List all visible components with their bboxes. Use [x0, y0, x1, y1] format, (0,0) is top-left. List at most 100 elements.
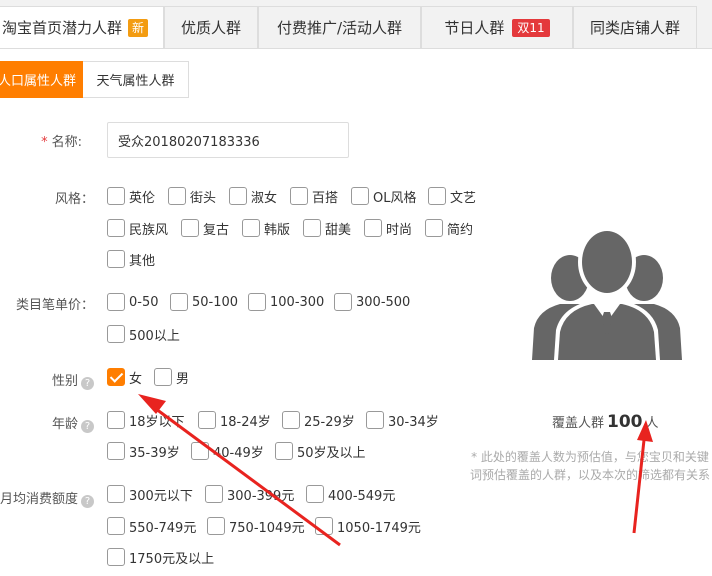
- age-option-40-49[interactable]: 40-49岁: [191, 441, 264, 461]
- tab-holiday-crowd[interactable]: 节日人群 双11: [421, 6, 573, 48]
- checkbox[interactable]: [107, 250, 125, 268]
- price-option-300-500[interactable]: 300-500: [334, 292, 410, 312]
- subtab-label: 人口属性人群: [0, 74, 76, 89]
- audience-group-icon: [532, 227, 682, 360]
- option-label: 40-49岁: [213, 445, 264, 461]
- option-label: 500以上: [129, 328, 180, 344]
- checkbox[interactable]: [107, 187, 125, 205]
- checkbox[interactable]: [107, 442, 125, 460]
- checkbox[interactable]: [198, 411, 216, 429]
- checkbox[interactable]: [290, 187, 308, 205]
- subtab-label: 天气属性人群: [96, 74, 175, 89]
- price-option-100-300[interactable]: 100-300: [248, 292, 324, 312]
- spend-option-1050-1749[interactable]: 1050-1749元: [315, 516, 421, 536]
- style-option-ol[interactable]: OL风格: [351, 186, 416, 206]
- style-option-fashion[interactable]: 时尚: [364, 218, 412, 238]
- checkbox[interactable]: [242, 219, 260, 237]
- tab-quality-crowd[interactable]: 优质人群: [164, 6, 258, 48]
- option-label: 50岁及以上: [297, 445, 366, 461]
- price-option-500-plus[interactable]: 500以上: [107, 324, 180, 344]
- price-option-50-100[interactable]: 50-100: [170, 292, 238, 312]
- checkbox[interactable]: [282, 411, 300, 429]
- coverage-note: * 此处的覆盖人数为预估值，与您宝贝和关键词预估覆盖的人群，以及本次的筛选都有关…: [470, 450, 711, 482]
- style-option-sweet[interactable]: 甜美: [303, 218, 351, 238]
- checkbox[interactable]: [303, 219, 321, 237]
- checkbox[interactable]: [248, 293, 266, 311]
- price-option-0-50[interactable]: 0-50: [107, 292, 159, 312]
- checkbox[interactable]: [207, 517, 225, 535]
- style-option-simple[interactable]: 简约: [425, 218, 473, 238]
- spend-option-1750-plus[interactable]: 1750元及以上: [107, 547, 214, 567]
- spend-option-400-549[interactable]: 400-549元: [306, 484, 395, 504]
- checkbox[interactable]: [107, 325, 125, 343]
- checkbox[interactable]: [154, 368, 172, 386]
- subtab-demographic[interactable]: 人口属性人群: [0, 61, 84, 98]
- gender-option-female[interactable]: 女: [107, 367, 142, 387]
- checkbox[interactable]: [306, 485, 324, 503]
- style-option-other[interactable]: 其他: [107, 249, 155, 269]
- spend-option-under-300[interactable]: 300元以下: [107, 484, 193, 504]
- subtab-weather[interactable]: 天气属性人群: [83, 61, 189, 98]
- spend-option-550-749[interactable]: 550-749元: [107, 516, 196, 536]
- spend-option-300-399[interactable]: 300-399元: [205, 484, 294, 504]
- option-label: 街头: [190, 190, 217, 206]
- age-option-25-29[interactable]: 25-29岁: [282, 410, 355, 430]
- age-option-18-24[interactable]: 18-24岁: [198, 410, 271, 430]
- style-option-ethnic[interactable]: 民族风: [107, 218, 168, 238]
- tab-potential-crowd[interactable]: 淘宝首页潜力人群新: [0, 6, 164, 48]
- coverage-count: 覆盖人群 100 人: [552, 412, 659, 432]
- checkbox[interactable]: [107, 411, 125, 429]
- age-option-35-39[interactable]: 35-39岁: [107, 441, 180, 461]
- checkbox[interactable]: [428, 187, 446, 205]
- style-option-versatile[interactable]: 百搭: [290, 186, 338, 206]
- checkbox[interactable]: [334, 293, 352, 311]
- checkbox[interactable]: [181, 219, 199, 237]
- age-option-under-18[interactable]: 18岁以下: [107, 410, 185, 430]
- spend-option-750-1049[interactable]: 750-1049元: [207, 516, 305, 536]
- gender-option-male[interactable]: 男: [154, 367, 189, 387]
- style-option-street[interactable]: 街头: [168, 186, 216, 206]
- style-option-lady[interactable]: 淑女: [229, 186, 277, 206]
- style-option-british[interactable]: 英伦: [107, 186, 155, 206]
- checkbox[interactable]: [107, 548, 125, 566]
- option-label: 0-50: [129, 294, 159, 310]
- checkbox-checked[interactable]: [107, 368, 125, 386]
- option-label: 18岁以下: [129, 414, 185, 430]
- checkbox[interactable]: [107, 485, 125, 503]
- checkbox[interactable]: [351, 187, 369, 205]
- coverage-number: 100: [607, 412, 643, 432]
- tab-paid-promo-crowd[interactable]: 付费推广/活动人群: [258, 6, 421, 48]
- option-label: 300-399元: [227, 488, 295, 504]
- double11-badge: 双11: [512, 18, 550, 37]
- name-input[interactable]: [107, 122, 349, 158]
- option-label: 文艺: [450, 190, 477, 206]
- help-icon[interactable]: ?: [81, 377, 94, 390]
- option-label: 750-1049元: [229, 520, 305, 536]
- help-icon[interactable]: ?: [81, 420, 94, 433]
- checkbox[interactable]: [191, 442, 209, 460]
- option-label: 100-300: [270, 294, 325, 310]
- style-option-korean[interactable]: 韩版: [242, 218, 290, 238]
- age-option-50-plus[interactable]: 50岁及以上: [275, 441, 366, 461]
- checkbox[interactable]: [425, 219, 443, 237]
- checkbox[interactable]: [107, 219, 125, 237]
- age-option-30-34[interactable]: 30-34岁: [366, 410, 439, 430]
- checkbox[interactable]: [315, 517, 333, 535]
- checkbox[interactable]: [168, 187, 186, 205]
- help-icon[interactable]: ?: [81, 495, 94, 508]
- style-option-artsy[interactable]: 文艺: [428, 186, 476, 206]
- checkbox[interactable]: [364, 219, 382, 237]
- checkbox[interactable]: [170, 293, 188, 311]
- tab-similar-store-crowd[interactable]: 同类店铺人群: [573, 6, 697, 48]
- checkbox[interactable]: [107, 517, 125, 535]
- option-label: 50-100: [192, 294, 239, 310]
- option-label: 男: [176, 371, 190, 387]
- checkbox[interactable]: [275, 442, 293, 460]
- checkbox[interactable]: [107, 293, 125, 311]
- checkbox[interactable]: [205, 485, 223, 503]
- checkbox[interactable]: [229, 187, 247, 205]
- checkbox[interactable]: [366, 411, 384, 429]
- top-tab-bar: 淘宝首页潜力人群新 优质人群 付费推广/活动人群 节日人群 双11 同类店铺人群: [0, 0, 712, 49]
- option-label: 30-34岁: [388, 414, 439, 430]
- style-option-retro[interactable]: 复古: [181, 218, 229, 238]
